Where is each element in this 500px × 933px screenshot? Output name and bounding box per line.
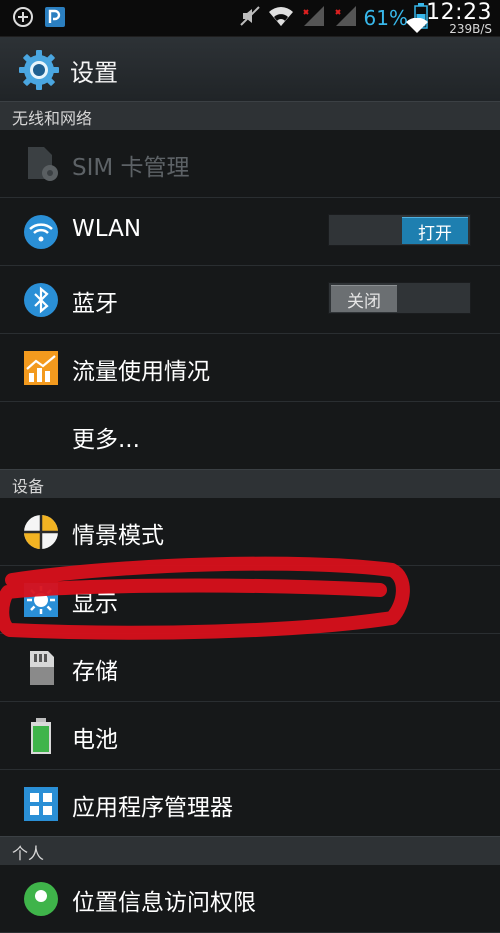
cell-signal-2-icon: [332, 4, 358, 32]
settings-item-label: 存储: [72, 659, 118, 685]
app-grid-icon: [22, 785, 60, 823]
settings-item-label: 应用程序管理器: [72, 795, 233, 821]
section-header-personal: 个人: [0, 836, 500, 866]
wifi-icon: [406, 17, 428, 38]
settings-item-label: SIM 卡管理: [72, 155, 190, 181]
settings-item-profiles[interactable]: 情景模式: [0, 498, 500, 566]
settings-item-location[interactable]: 位置信息访问权限: [0, 865, 500, 933]
add-circle-icon: [12, 6, 34, 32]
page-title: 设置: [70, 59, 118, 87]
notification-app-icon: [44, 6, 66, 32]
sound-profile-icon: [22, 513, 60, 551]
toggle-state-label: 打开: [402, 217, 468, 244]
settings-item-label: 显示: [72, 591, 118, 617]
settings-item-storage[interactable]: 存储: [0, 634, 500, 702]
location-icon: [22, 880, 60, 918]
settings-item-more[interactable]: 更多...: [0, 402, 500, 470]
section-header-wireless: 无线和网络: [0, 101, 500, 131]
settings-item-display[interactable]: 显示: [0, 566, 500, 634]
bluetooth-icon: [22, 281, 60, 319]
bluetooth-toggle[interactable]: 关闭: [328, 282, 471, 314]
section-title: 设备: [12, 477, 45, 496]
sim-card-icon: [22, 145, 60, 183]
section-title: 个人: [12, 844, 45, 863]
wifi-icon: [22, 213, 60, 251]
settings-item-wlan[interactable]: WLAN 打开: [0, 198, 500, 266]
wlan-toggle[interactable]: 打开: [328, 214, 471, 246]
network-speed: 239B/S: [449, 22, 492, 36]
status-bar: 61% 12:23 239B/S: [0, 0, 500, 37]
settings-item-label: 电池: [72, 727, 118, 753]
settings-item-label: 情景模式: [72, 523, 164, 549]
toggle-state-label: 关闭: [331, 285, 397, 312]
settings-item-data-usage[interactable]: 流量使用情况: [0, 334, 500, 402]
battery-percent: 61%: [363, 6, 408, 30]
settings-item-sim[interactable]: SIM 卡管理: [0, 130, 500, 198]
battery-icon: [22, 717, 60, 755]
sd-card-icon: [22, 649, 60, 687]
settings-item-battery[interactable]: 电池: [0, 702, 500, 770]
section-header-device: 设备: [0, 469, 500, 499]
settings-item-apps[interactable]: 应用程序管理器: [0, 770, 500, 838]
section-title: 无线和网络: [12, 109, 93, 128]
settings-item-bluetooth[interactable]: 蓝牙 关闭: [0, 266, 500, 334]
settings-item-label: 更多...: [72, 427, 140, 453]
cell-signal-1-icon: [300, 4, 326, 32]
mute-icon: [238, 4, 262, 32]
action-bar: 设置: [0, 37, 500, 102]
settings-item-label: 蓝牙: [72, 291, 118, 317]
data-usage-chart-icon: [22, 349, 60, 387]
settings-gear-icon[interactable]: [18, 49, 60, 91]
settings-item-label: WLAN: [72, 216, 142, 242]
settings-item-label: 流量使用情况: [72, 359, 210, 385]
settings-item-label: 位置信息访问权限: [72, 890, 256, 916]
wifi-signal-icon: [268, 4, 294, 32]
display-brightness-icon: [22, 581, 60, 619]
